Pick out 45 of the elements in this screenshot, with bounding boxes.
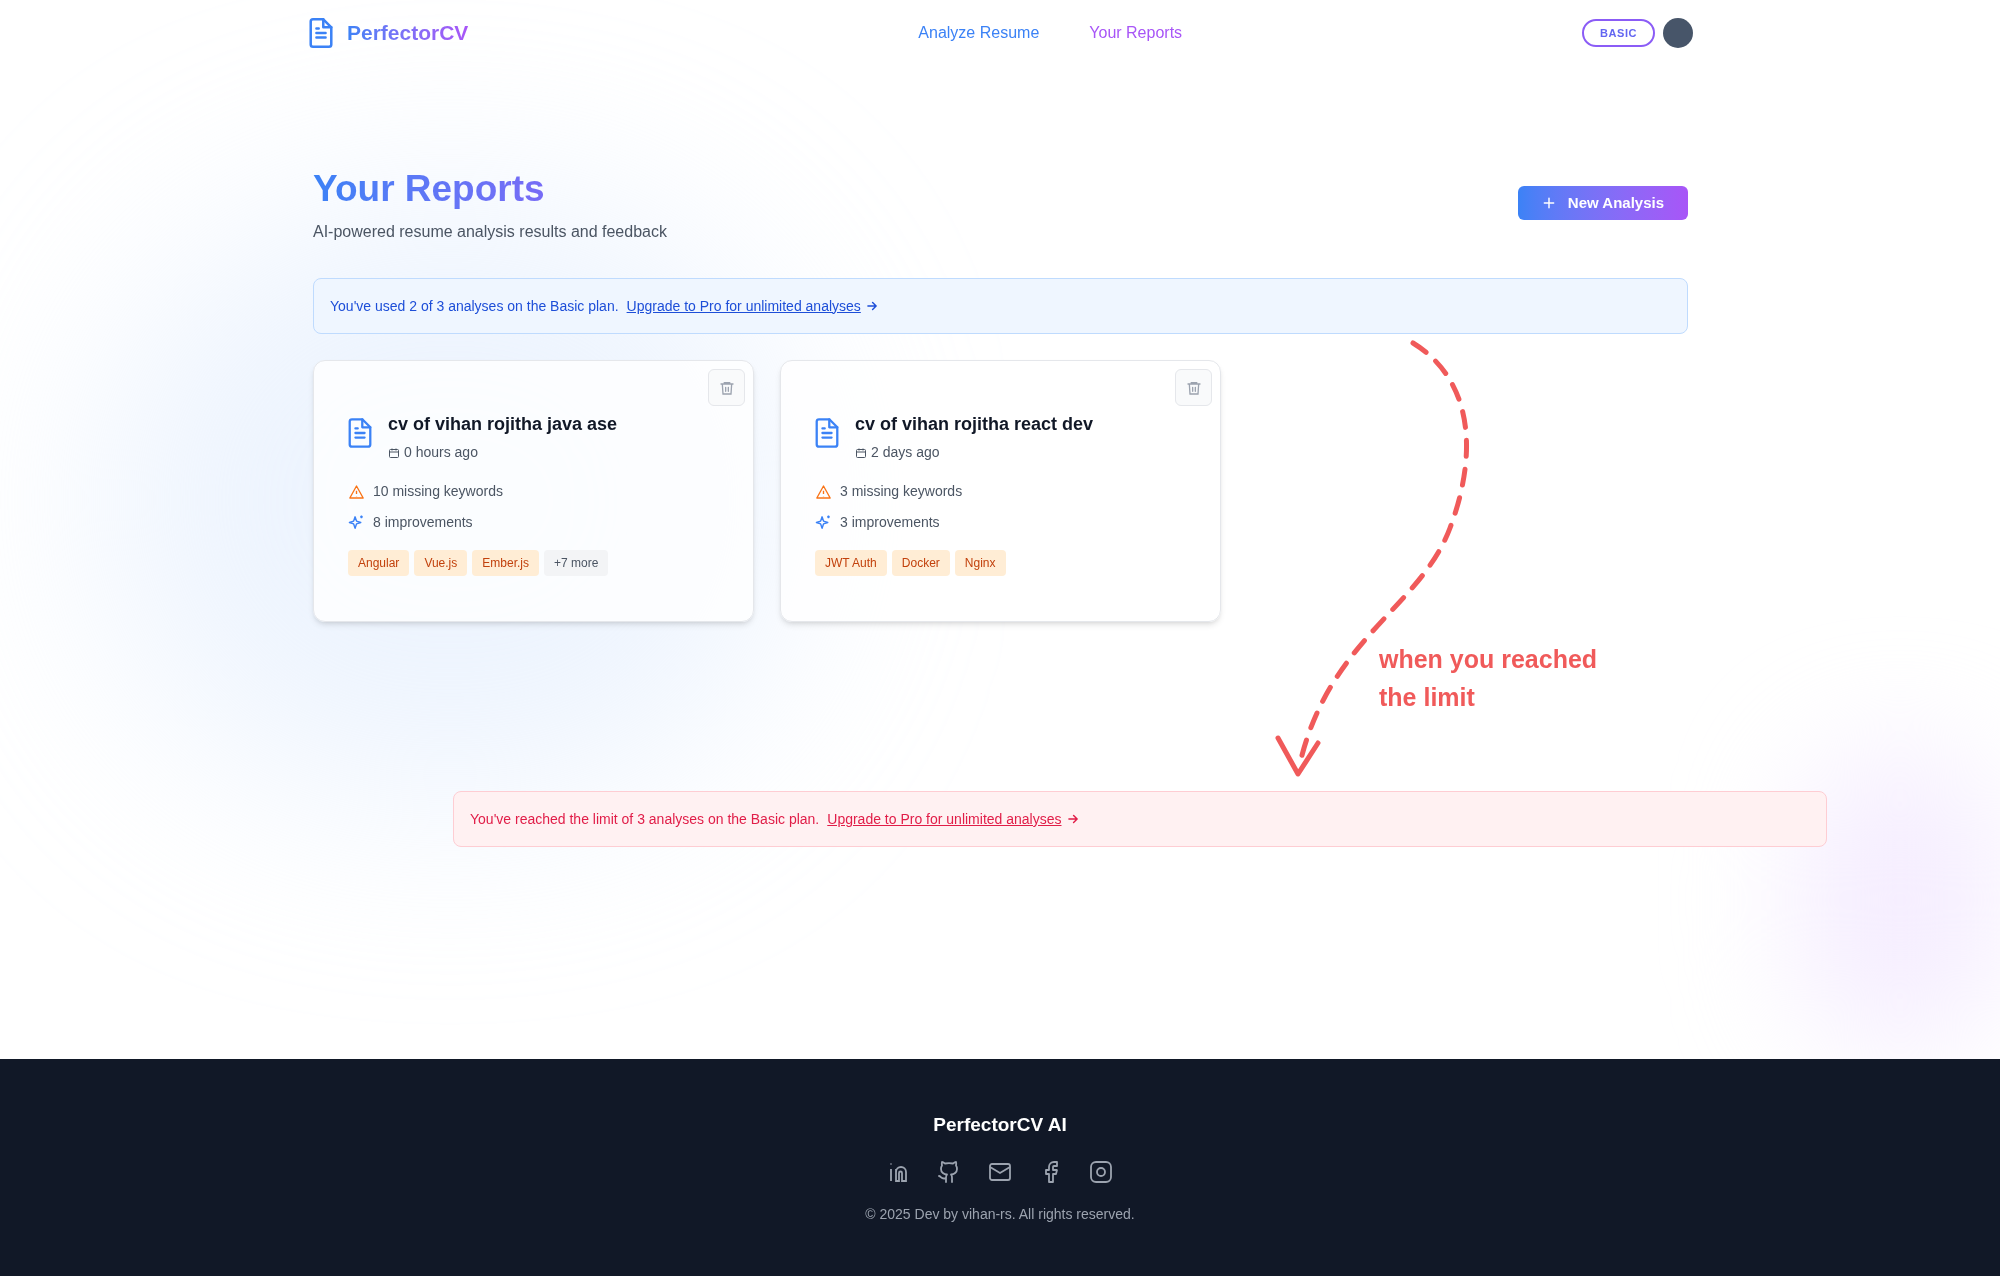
report-card[interactable]: cv of vihan rojitha react dev 2 days ago 3 missing keywords 3 improvements JWT Auth Docker Nginx	[780, 360, 1221, 623]
keyword-tag: Ember.js	[472, 550, 539, 577]
calendar-icon	[388, 446, 400, 459]
missing-keywords: 3 missing keywords	[840, 482, 963, 502]
instagram-icon[interactable]	[1089, 1159, 1113, 1184]
github-icon[interactable]	[937, 1159, 961, 1184]
sparkles-icon	[348, 514, 365, 532]
document-icon	[307, 17, 335, 49]
copyright-text: © 2025 Dev by vihan-rs. All rights reserved.	[865, 1204, 1135, 1224]
calendar-icon	[855, 446, 867, 459]
report-title: cv of vihan rojitha react dev	[855, 413, 1094, 437]
nav-link[interactable]: Your Reports	[1089, 21, 1183, 45]
keyword-tag: JWT Auth	[815, 550, 887, 577]
keyword-tag: Vue.js	[414, 550, 468, 577]
footer-brand: PerfectorCV AI	[933, 1113, 1067, 1137]
document-icon	[813, 417, 841, 450]
report-title: cv of vihan rojitha java ase	[388, 413, 618, 437]
nav-link[interactable]: Analyze Resume	[918, 21, 1040, 45]
sparkles-icon	[815, 514, 832, 532]
page-subtitle: AI-powered resume analysis results and feedback	[313, 222, 667, 243]
new-analysis-button[interactable]: New Analysis	[1517, 186, 1688, 220]
upgrade-link[interactable]: Upgrade to Pro for unlimited analyses	[827, 808, 1062, 830]
arrow-right-icon	[1065, 812, 1080, 826]
report-card[interactable]: cv of vihan rojitha java ase 0 hours ago 10 missing keywords 8 improvements Angular Vue.js Ember.js +7 more	[313, 360, 754, 623]
keyword-tag: Docker	[891, 550, 950, 577]
plus-icon	[1541, 196, 1556, 210]
avatar[interactable]	[1663, 18, 1693, 48]
improvements-count: 3 improvements	[840, 513, 940, 533]
report-date: 0 hours ago	[404, 443, 478, 463]
improvements-count: 8 improvements	[373, 513, 473, 533]
warning-icon	[815, 483, 832, 500]
warning-icon	[348, 483, 365, 500]
missing-keywords: 10 missing keywords	[373, 482, 503, 502]
plan-badge: BASIC	[1582, 18, 1655, 48]
upgrade-link[interactable]: Upgrade to Pro for unlimited analyses	[626, 295, 861, 317]
annotation-text: when you reached the limit	[1379, 644, 1599, 713]
keyword-tag: +7 more	[543, 550, 609, 577]
limit-text: You've reached the limit of 3 analyses on the Basic plan.	[470, 809, 820, 829]
keyword-tag: Angular	[348, 550, 410, 577]
document-icon	[346, 417, 374, 450]
keyword-tag: Nginx	[954, 550, 1006, 577]
report-date: 2 days ago	[871, 443, 940, 463]
trash-icon	[1185, 379, 1202, 396]
trash-icon	[718, 379, 735, 396]
usage-text: You've used 2 of 3 analyses on the Basic plan.	[330, 296, 619, 316]
